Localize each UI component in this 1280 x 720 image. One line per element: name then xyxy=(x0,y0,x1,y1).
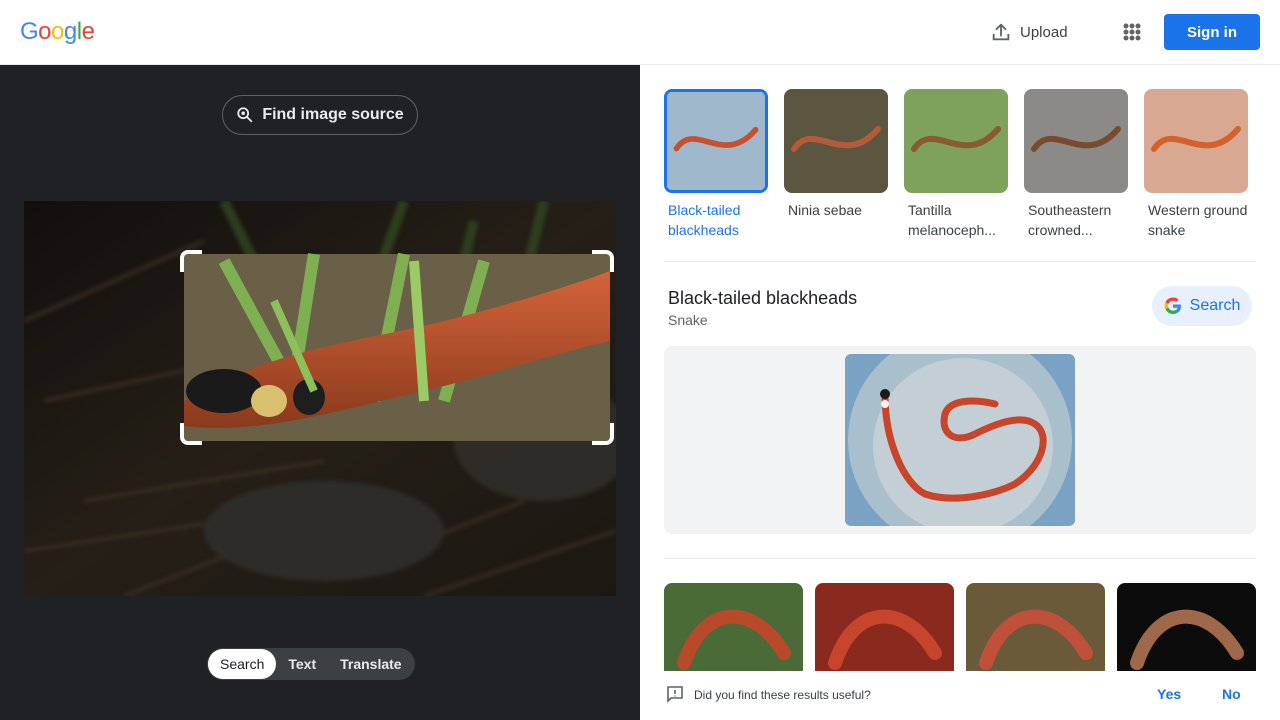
visual-match-item[interactable]: Tantilla melanoceph... xyxy=(904,89,1008,240)
upload-label: Upload xyxy=(1020,23,1068,41)
entity-hero-card[interactable] xyxy=(664,346,1256,534)
mode-tab-text[interactable]: Text xyxy=(276,649,328,679)
visual-match-image[interactable] xyxy=(1144,89,1248,193)
crop-selection-box[interactable] xyxy=(180,250,614,445)
lens-search-icon xyxy=(237,107,253,123)
visual-match-label[interactable]: Tantilla melanoceph... xyxy=(904,200,1008,240)
logo-letter: g xyxy=(63,18,77,45)
uploaded-image xyxy=(24,201,616,596)
match-thumbnail-art xyxy=(667,92,765,190)
find-image-source-button[interactable]: Find image source xyxy=(222,95,418,135)
related-result-image[interactable] xyxy=(966,583,1105,673)
visual-match-image[interactable] xyxy=(784,89,888,193)
google-g-icon xyxy=(1164,297,1181,314)
result-thumbnail-art xyxy=(664,583,803,673)
divider xyxy=(664,558,1256,559)
match-thumbnail-art xyxy=(1024,89,1128,193)
logo-letter: o xyxy=(38,18,52,45)
upload-button[interactable]: Upload xyxy=(990,18,1068,46)
image-viewer-panel: Find image source Search Text Translate xyxy=(0,65,640,720)
bucket-snake-photo xyxy=(845,354,1075,526)
header: Google Upload Sign in xyxy=(0,0,1280,65)
google-logo[interactable]: Google xyxy=(20,18,95,46)
match-thumbnail-art xyxy=(904,89,1008,193)
crop-handle-top-right[interactable] xyxy=(592,250,614,272)
feedback-no-button[interactable]: No xyxy=(1222,686,1241,702)
feedback-icon xyxy=(667,686,683,703)
crop-handle-top-left[interactable] xyxy=(180,250,202,272)
feedback-question: Did you find these results useful? xyxy=(694,688,871,702)
visual-match-image[interactable] xyxy=(664,89,768,193)
related-result-image[interactable] xyxy=(815,583,954,673)
related-results-row xyxy=(664,583,1256,673)
visual-match-item[interactable]: Southeastern crowned... xyxy=(1024,89,1128,240)
result-thumbnail-art xyxy=(815,583,954,673)
apps-grid-icon[interactable] xyxy=(1118,18,1146,46)
related-result-image[interactable] xyxy=(1117,583,1256,673)
feedback-yes-button[interactable]: Yes xyxy=(1157,686,1181,702)
entity-title: Black-tailed blackheads xyxy=(668,288,858,308)
crop-handle-bottom-right[interactable] xyxy=(592,423,614,445)
result-thumbnail-art xyxy=(1117,583,1256,673)
upload-icon xyxy=(992,23,1010,41)
visual-match-label[interactable]: Black-tailed blackheads xyxy=(664,200,768,240)
visual-matches-row: Black-tailed blackheads Ninia sebae Tantil… xyxy=(664,89,1248,240)
entity-subtitle: Snake xyxy=(668,312,708,328)
results-panel: Black-tailed blackheads Ninia sebae Tantil… xyxy=(640,65,1280,720)
match-thumbnail-art xyxy=(784,89,888,193)
visual-match-item[interactable]: Western ground snake xyxy=(1144,89,1248,240)
crop-handle-bottom-left[interactable] xyxy=(180,423,202,445)
visual-match-item[interactable]: Black-tailed blackheads xyxy=(664,89,768,240)
mode-tab-search[interactable]: Search xyxy=(208,649,277,679)
result-thumbnail-art xyxy=(966,583,1105,673)
logo-letter: o xyxy=(51,18,64,45)
feedback-bar: Did you find these results useful? Yes N… xyxy=(640,671,1280,720)
sign-in-button[interactable]: Sign in xyxy=(1164,14,1260,50)
lens-mode-tabs: Search Text Translate xyxy=(207,648,415,680)
find-image-source-label: Find image source xyxy=(262,106,404,123)
divider xyxy=(664,261,1256,262)
related-result-image[interactable] xyxy=(664,583,803,673)
visual-match-label[interactable]: Southeastern crowned... xyxy=(1024,200,1128,240)
mode-tab-translate[interactable]: Translate xyxy=(328,649,413,679)
visual-match-label[interactable]: Ninia sebae xyxy=(784,200,888,240)
visual-match-label[interactable]: Western ground snake xyxy=(1144,200,1248,240)
logo-letter: e xyxy=(81,18,95,45)
match-thumbnail-art xyxy=(1144,89,1248,193)
visual-match-image[interactable] xyxy=(1024,89,1128,193)
entity-search-button[interactable]: Search xyxy=(1152,286,1252,326)
visual-match-item[interactable]: Ninia sebae xyxy=(784,89,888,240)
logo-letter: G xyxy=(20,18,39,45)
entity-search-label: Search xyxy=(1189,297,1241,314)
visual-match-image[interactable] xyxy=(904,89,1008,193)
entity-hero-image[interactable] xyxy=(845,354,1075,526)
